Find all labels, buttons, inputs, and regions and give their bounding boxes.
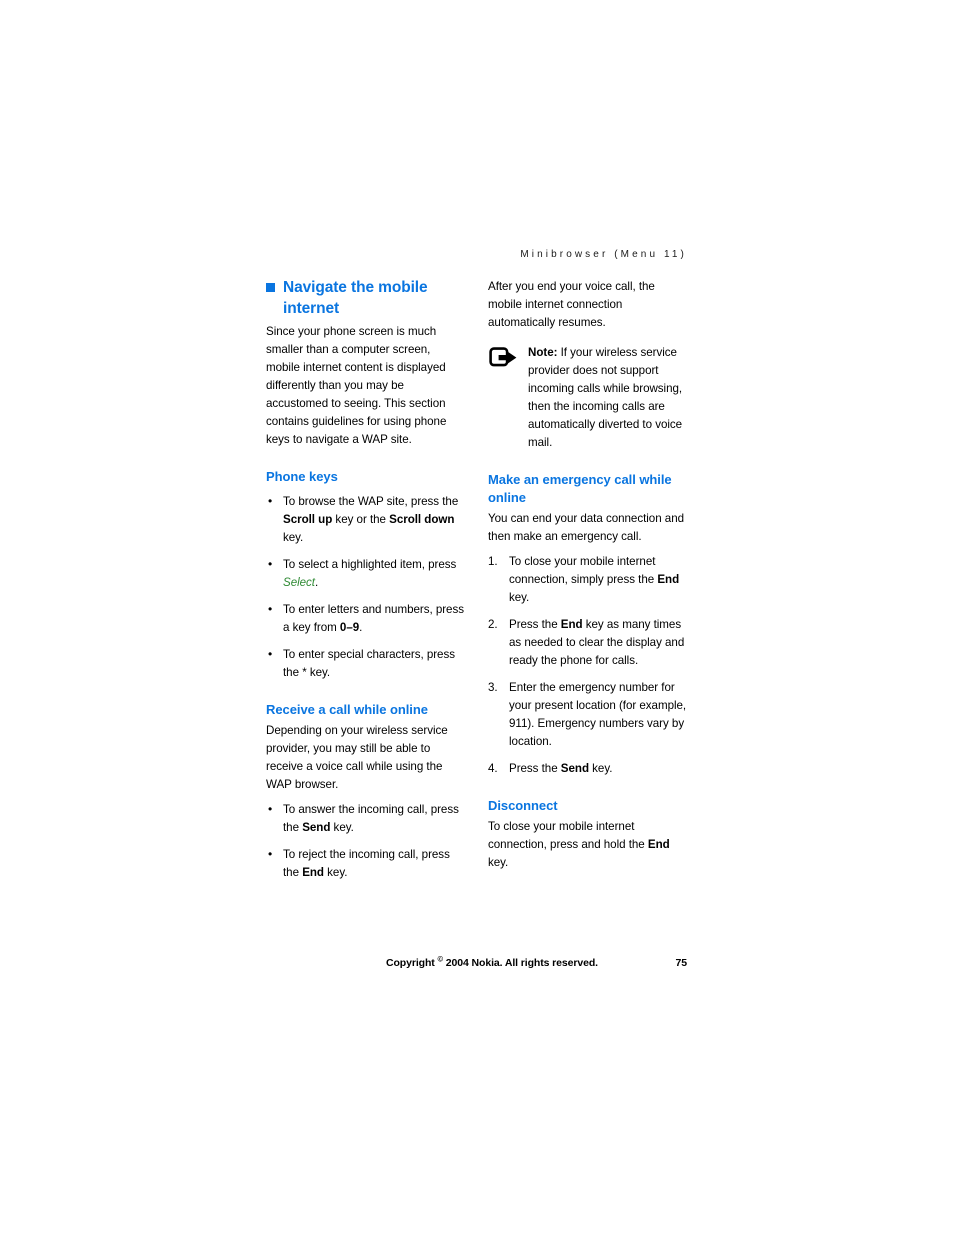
text-run: key. bbox=[488, 856, 509, 870]
footer-copyright: Copyright © 2004 Nokia. All rights reser… bbox=[386, 955, 598, 969]
disconnect-paragraph: To close your mobile internet connection… bbox=[488, 818, 687, 872]
text-run: To close your mobile internet connection… bbox=[509, 555, 658, 587]
text-run: Press the bbox=[509, 618, 561, 632]
text-run: key. bbox=[509, 591, 530, 605]
text-run: key. bbox=[588, 762, 613, 776]
resume-paragraph: After you end your voice call, the mobil… bbox=[488, 280, 655, 330]
softkey-label: Select bbox=[283, 576, 315, 590]
list-item: To browse the WAP site, press the Scroll… bbox=[266, 492, 465, 547]
square-bullet-icon bbox=[266, 283, 275, 292]
emphasis-bold: Send bbox=[302, 821, 331, 835]
footer-copyright-post: 2004 Nokia. All rights reserved. bbox=[442, 957, 598, 969]
footer-copyright-pre: Copyright bbox=[386, 957, 438, 969]
text-run: To select a highlighted item, press bbox=[283, 558, 457, 572]
text-run: . bbox=[314, 576, 319, 590]
text-run: key. bbox=[330, 821, 354, 835]
list-item: To enter letters and numbers, press a ke… bbox=[266, 600, 465, 637]
emphasis-bold: End bbox=[657, 573, 680, 587]
text-run: key or the bbox=[332, 513, 390, 527]
list-item: Press the Send key. bbox=[488, 760, 687, 778]
two-column-body: Navigate the mobile internet Since your … bbox=[266, 278, 687, 882]
text-run: To close your mobile internet connection… bbox=[488, 820, 648, 852]
subheading-receive-call: Receive a call while online bbox=[266, 702, 428, 718]
subheading-phone-keys: Phone keys bbox=[266, 469, 338, 485]
text-run: Press the bbox=[509, 762, 561, 776]
emphasis-bold: End bbox=[302, 866, 324, 880]
emphasis-bold: Send bbox=[560, 762, 589, 776]
receive-call-intro-paragraph: Depending on your wireless service provi… bbox=[266, 724, 448, 792]
phone-keys-bullet-list: To browse the WAP site, press the Scroll… bbox=[266, 492, 465, 682]
text-run: key. bbox=[323, 866, 348, 880]
right-column: After you end your voice call, the mobil… bbox=[488, 278, 687, 872]
navigate-intro-paragraph: Since your phone screen is much smaller … bbox=[266, 325, 447, 447]
section-heading-navigate-text: Navigate the mobile internet bbox=[283, 279, 428, 317]
emphasis-bold: End bbox=[647, 838, 670, 852]
emphasis-bold: End bbox=[560, 618, 583, 632]
text-run: . bbox=[359, 621, 363, 635]
manual-page: Minibrowser (Menu 11) Navigate the mobil… bbox=[0, 0, 954, 1235]
section-heading-navigate: Navigate the mobile internet bbox=[266, 278, 465, 319]
subheading-disconnect: Disconnect bbox=[488, 798, 558, 814]
text-run: Enter the emergency number for your pres… bbox=[509, 681, 687, 749]
list-item: To reject the incoming call, press the E… bbox=[266, 845, 465, 882]
text-run: key. bbox=[283, 531, 304, 545]
page-number: 75 bbox=[675, 957, 688, 969]
list-item: To answer the incoming call, press the S… bbox=[266, 800, 465, 837]
emergency-intro-paragraph: You can end your data connection and the… bbox=[488, 512, 685, 544]
text-run: key. bbox=[306, 666, 331, 680]
emphasis-bold: 0–9 bbox=[339, 621, 360, 635]
list-item: Press the End key as many times as neede… bbox=[488, 616, 687, 670]
emergency-steps-list: To close your mobile internet connection… bbox=[488, 553, 687, 778]
subheading-emergency-call: Make an emergency call while online bbox=[488, 472, 672, 506]
emphasis-bold: Scroll down bbox=[389, 513, 455, 527]
note-body: If your wireless service provider does n… bbox=[528, 346, 683, 450]
list-item: Enter the emergency number for your pres… bbox=[488, 679, 687, 751]
text-run: To browse the WAP site, press the bbox=[283, 495, 459, 509]
running-header: Minibrowser (Menu 11) bbox=[520, 249, 687, 260]
note-block: Note: If your wireless service provider … bbox=[488, 344, 687, 452]
emphasis-bold: Scroll up bbox=[283, 513, 333, 527]
note-label: Note: bbox=[528, 346, 558, 360]
list-item: To select a highlighted item, press Sele… bbox=[266, 555, 465, 592]
receive-call-bullet-list: To answer the incoming call, press the S… bbox=[266, 800, 465, 882]
note-text: Note: If your wireless service provider … bbox=[528, 344, 687, 452]
list-item: To enter special characters, press the *… bbox=[266, 645, 465, 682]
left-column: Navigate the mobile internet Since your … bbox=[266, 278, 465, 882]
note-arrow-icon bbox=[489, 347, 519, 369]
text-run: To enter letters and numbers, press a ke… bbox=[283, 603, 464, 635]
list-item: To close your mobile internet connection… bbox=[488, 553, 687, 607]
